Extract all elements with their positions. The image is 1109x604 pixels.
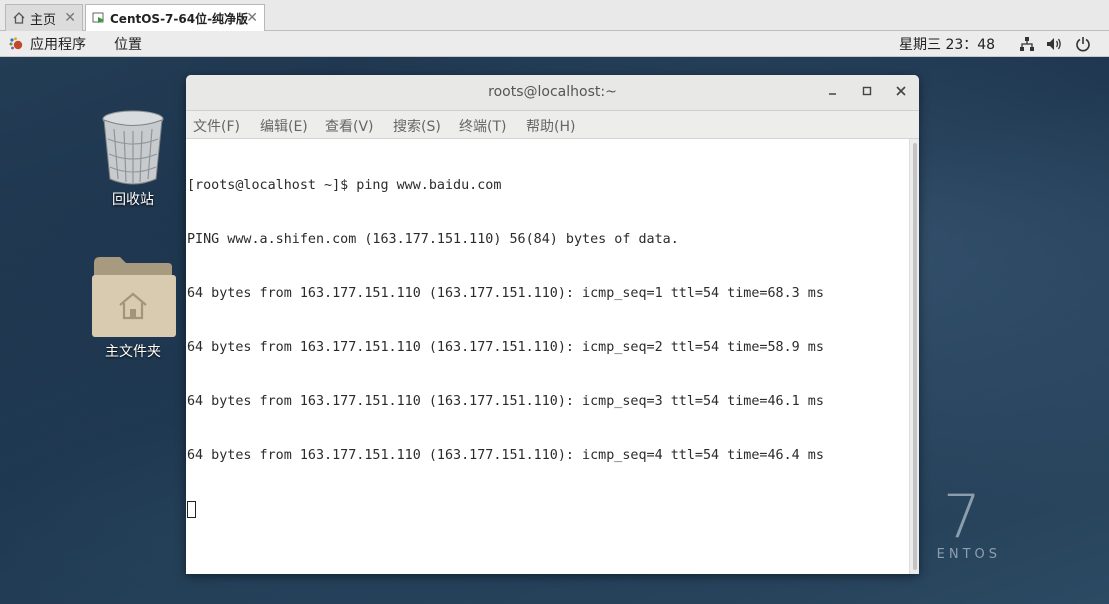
- folder-home-icon: [88, 255, 178, 341]
- places-label: 位置: [114, 37, 142, 53]
- centos-version-number: 7: [942, 482, 981, 552]
- terminal-line: 64 bytes from 163.177.151.110 (163.177.1…: [187, 394, 824, 409]
- gnome-foot-icon: [8, 36, 24, 52]
- places-menu[interactable]: 位置: [114, 31, 142, 57]
- terminal-line: 64 bytes from 163.177.151.110 (163.177.1…: [187, 340, 824, 355]
- home-icon: [12, 11, 26, 25]
- close-icon[interactable]: ✕: [246, 10, 258, 26]
- trash-label: 回收站: [112, 192, 154, 208]
- terminal-scrollbar[interactable]: [909, 139, 919, 574]
- close-icon[interactable]: ✕: [64, 10, 76, 26]
- network-icon[interactable]: [1019, 31, 1035, 57]
- terminal-line: PING www.a.shifen.com (163.177.151.110) …: [187, 232, 679, 247]
- desktop-trash[interactable]: 回收站: [88, 109, 178, 209]
- tab-home-label: 主页: [30, 12, 57, 28]
- terminal-window: roots@localhost:~ 文件(F) 编辑(E) 查看(V) 搜索(S…: [186, 75, 919, 574]
- menu-help[interactable]: 帮助(H): [526, 116, 575, 136]
- minimize-icon[interactable]: [823, 82, 843, 102]
- power-icon[interactable]: [1075, 31, 1091, 57]
- applications-label: 应用程序: [30, 37, 86, 53]
- volume-icon[interactable]: [1046, 31, 1063, 57]
- terminal-output[interactable]: [roots@localhost ~]$ ping www.baidu.com …: [186, 139, 909, 574]
- terminal-line: 64 bytes from 163.177.151.110 (163.177.1…: [187, 448, 824, 463]
- menu-edit[interactable]: 编辑(E): [260, 116, 308, 136]
- terminal-line: 64 bytes from 163.177.151.110 (163.177.1…: [187, 286, 824, 301]
- tab-home[interactable]: 主页 ✕: [5, 4, 83, 31]
- top-panel: 应用程序 位置 星期三 23：48: [0, 31, 1109, 57]
- terminal-title: roots@localhost:~: [488, 84, 617, 100]
- vm-tab-bar: 主页 ✕ CentOS-7-64位-纯净版 ✕: [0, 0, 1109, 31]
- tab-vm-label: CentOS-7-64位-纯净版: [110, 11, 249, 26]
- centos-watermark: 7 ENTOS: [937, 487, 1001, 562]
- trash-icon: [88, 109, 178, 189]
- terminal-prompt-line: [187, 501, 909, 519]
- vm-icon: [92, 11, 106, 25]
- tab-vm[interactable]: CentOS-7-64位-纯净版 ✕: [85, 4, 265, 31]
- home-folder-label: 主文件夹: [105, 344, 161, 360]
- clock[interactable]: 星期三 23：48: [899, 31, 995, 57]
- centos-text: ENTOS: [936, 547, 1001, 562]
- terminal-titlebar[interactable]: roots@localhost:~: [186, 75, 919, 111]
- applications-menu[interactable]: 应用程序: [8, 31, 86, 57]
- menu-file[interactable]: 文件(F): [193, 116, 240, 136]
- close-icon[interactable]: [891, 82, 911, 102]
- menu-view[interactable]: 查看(V): [325, 116, 374, 136]
- desktop-home-folder[interactable]: 主文件夹: [88, 255, 178, 361]
- terminal-cursor: [187, 501, 196, 518]
- scrollbar-thumb[interactable]: [913, 143, 917, 570]
- menu-terminal[interactable]: 终端(T): [459, 116, 506, 136]
- clock-label: 星期三 23：48: [899, 37, 996, 53]
- terminal-menubar: 文件(F) 编辑(E) 查看(V) 搜索(S) 终端(T) 帮助(H): [186, 111, 919, 139]
- menu-search[interactable]: 搜索(S): [393, 116, 441, 136]
- terminal-line: [roots@localhost ~]$ ping www.baidu.com: [187, 178, 502, 193]
- maximize-icon[interactable]: [857, 82, 877, 102]
